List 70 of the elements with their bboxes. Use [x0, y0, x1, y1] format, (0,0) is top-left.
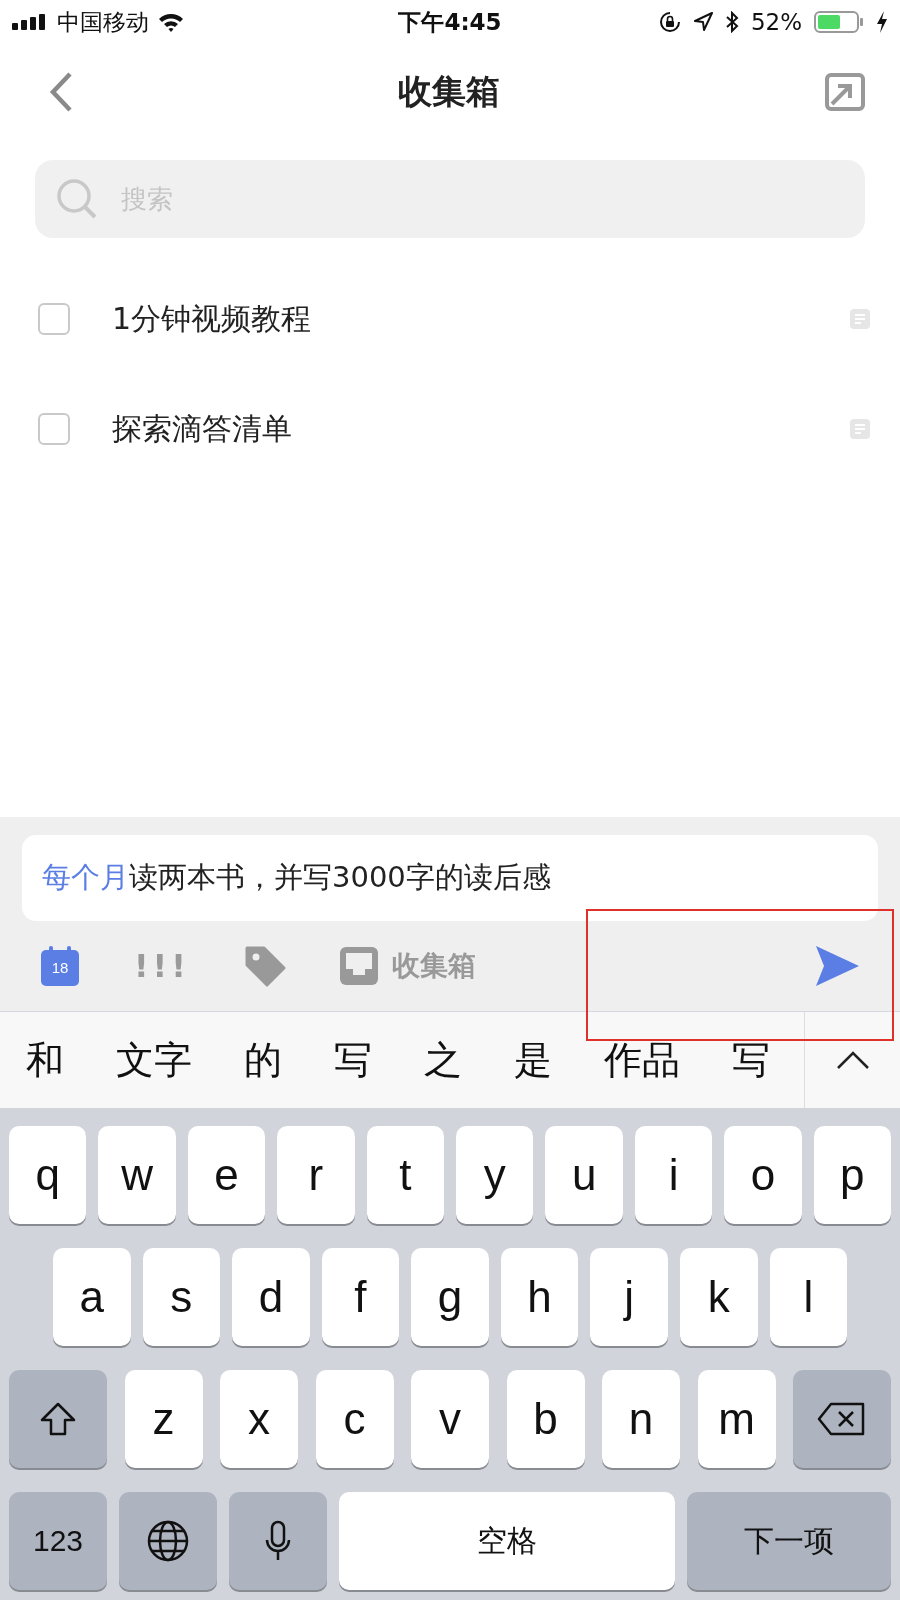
letter-key[interactable]: m [697, 1370, 776, 1468]
location-icon [692, 12, 713, 32]
task-row[interactable]: 探索滴答清单 [0, 374, 900, 484]
candidate-word[interactable]: 的 [244, 1034, 282, 1086]
caret-icon [835, 1050, 870, 1070]
shift-icon [40, 1402, 76, 1436]
letter-key[interactable]: y [456, 1126, 534, 1224]
letter-key[interactable]: d [232, 1248, 310, 1346]
charging-icon [876, 11, 888, 33]
candidate-word[interactable]: 是 [514, 1034, 552, 1086]
letter-key[interactable]: b [506, 1370, 585, 1468]
letter-key[interactable]: v [411, 1370, 489, 1468]
letter-key[interactable]: p [813, 1126, 892, 1224]
space-key[interactable]: 空格 [339, 1492, 675, 1590]
letter-key[interactable]: o [724, 1126, 802, 1224]
delete-icon [817, 1402, 867, 1436]
task-input-field[interactable]: 每个月 读两本书，并写3000字的读后感 [22, 835, 878, 921]
candidate-word[interactable]: 写 [334, 1034, 372, 1086]
letter-key[interactable]: g [411, 1248, 489, 1346]
letter-key[interactable]: a [53, 1248, 131, 1346]
letter-key[interactable]: l [769, 1248, 848, 1346]
microphone-icon [265, 1520, 291, 1562]
task-row[interactable]: 1分钟视频教程 [0, 264, 900, 374]
letter-key[interactable]: f [321, 1248, 400, 1346]
task-title: 1分钟视频教程 [112, 299, 313, 338]
letter-key[interactable]: i [634, 1126, 713, 1224]
bluetooth-icon [724, 11, 739, 33]
carrier-name: 中国移动 [57, 7, 149, 37]
letter-key[interactable]: u [545, 1126, 623, 1224]
candidate-word[interactable]: 写 [732, 1034, 770, 1086]
letter-key[interactable]: q [9, 1126, 87, 1224]
task-checkbox[interactable] [38, 413, 70, 445]
candidate-word[interactable]: 之 [424, 1034, 462, 1086]
rotation-lock-icon [658, 11, 681, 33]
microphone-key[interactable] [229, 1492, 327, 1590]
send-button[interactable] [814, 944, 860, 988]
globe-key[interactable] [119, 1492, 217, 1590]
delete-key[interactable] [793, 1370, 891, 1468]
letter-key[interactable]: z [124, 1370, 203, 1468]
letter-key[interactable]: k [679, 1248, 758, 1346]
wifi-icon [158, 12, 184, 32]
next-key[interactable]: 下一项 [687, 1492, 891, 1590]
clock-time: 下午4:45 [398, 7, 502, 37]
page-title: 收集箱 [397, 70, 500, 113]
battery-icon [814, 11, 864, 33]
letter-key[interactable]: w [98, 1126, 176, 1224]
search-icon [55, 177, 99, 221]
letter-key[interactable]: r [277, 1126, 355, 1224]
task-checkbox[interactable] [38, 303, 70, 335]
numbers-key[interactable]: 123 [9, 1492, 107, 1590]
candidate-word[interactable]: 作品 [604, 1034, 680, 1086]
candidate-word[interactable]: 和 [26, 1034, 64, 1086]
signal-icon [12, 14, 48, 30]
shift-key[interactable] [9, 1370, 107, 1468]
task-title: 探索滴答清单 [112, 409, 293, 448]
battery-percent: 52% [750, 9, 802, 35]
letter-key[interactable]: t [366, 1126, 445, 1224]
letter-key[interactable]: j [590, 1248, 668, 1346]
letter-key[interactable]: s [142, 1248, 221, 1346]
letter-key[interactable]: c [315, 1370, 394, 1468]
note-icon [850, 309, 870, 329]
note-icon [850, 419, 870, 439]
inbox-icon [339, 947, 378, 985]
letter-key[interactable]: h [500, 1248, 579, 1346]
tag-button[interactable] [243, 945, 286, 987]
letter-key[interactable]: x [220, 1370, 298, 1468]
globe-icon [146, 1519, 190, 1563]
letter-key[interactable]: e [187, 1126, 266, 1224]
letter-key[interactable]: n [602, 1370, 680, 1468]
candidate-word[interactable]: 文字 [116, 1034, 192, 1086]
